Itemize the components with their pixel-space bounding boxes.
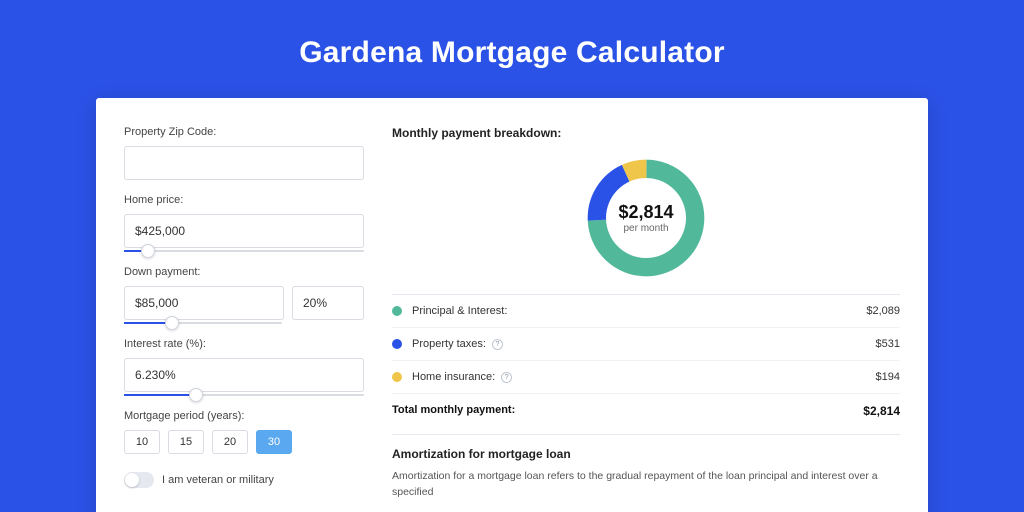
item-label: Home insurance: ?	[412, 371, 512, 383]
period-btn-15[interactable]: 15	[168, 430, 204, 454]
period-btn-30[interactable]: 30	[256, 430, 292, 454]
item-value: $194	[876, 371, 900, 383]
info-icon[interactable]: ?	[501, 372, 512, 383]
total-row: Total monthly payment: $2,814	[392, 394, 900, 434]
interest-input[interactable]	[124, 358, 364, 392]
home-price-label: Home price:	[124, 194, 364, 206]
donut-sub: per month	[623, 223, 668, 234]
total-value: $2,814	[863, 404, 900, 418]
total-label: Total monthly payment:	[392, 404, 515, 418]
period-btn-10[interactable]: 10	[124, 430, 160, 454]
zip-input[interactable]	[124, 146, 364, 180]
down-payment-slider[interactable]	[124, 322, 282, 324]
zip-field-group: Property Zip Code:	[124, 126, 364, 180]
item-label-text: Property taxes:	[412, 338, 486, 350]
home-price-group: Home price:	[124, 194, 364, 252]
veteran-label: I am veteran or military	[162, 474, 274, 486]
item-value: $531	[876, 338, 900, 350]
down-payment-pct-input[interactable]	[292, 286, 364, 320]
donut-chart: $2,814 per month	[586, 158, 706, 278]
veteran-toggle[interactable]	[124, 472, 154, 488]
period-label: Mortgage period (years):	[124, 410, 364, 422]
left-panel: Property Zip Code: Home price: Down paym…	[124, 126, 364, 512]
down-payment-label: Down payment:	[124, 266, 364, 278]
donut-center: $2,814 per month	[606, 178, 686, 258]
dot-icon	[392, 306, 402, 316]
period-btn-20[interactable]: 20	[212, 430, 248, 454]
interest-slider[interactable]	[124, 394, 364, 396]
dot-icon	[392, 372, 402, 382]
interest-group: Interest rate (%):	[124, 338, 364, 396]
line-item-ins: Home insurance: ? $194	[392, 361, 900, 394]
page-title: Gardena Mortgage Calculator	[0, 0, 1024, 98]
line-item-tax: Property taxes: ? $531	[392, 328, 900, 361]
breakdown-title: Monthly payment breakdown:	[392, 126, 900, 140]
slider-thumb[interactable]	[189, 388, 203, 402]
period-group: Mortgage period (years): 10 15 20 30	[124, 410, 364, 454]
period-row: 10 15 20 30	[124, 430, 364, 454]
zip-label: Property Zip Code:	[124, 126, 364, 138]
slider-thumb[interactable]	[165, 316, 179, 330]
info-icon[interactable]: ?	[492, 339, 503, 350]
item-label-text: Home insurance:	[412, 371, 495, 383]
veteran-row: I am veteran or military	[124, 472, 364, 488]
amort-text: Amortization for a mortgage loan refers …	[392, 469, 900, 501]
item-label: Principal & Interest:	[412, 305, 507, 317]
home-price-input[interactable]	[124, 214, 364, 248]
donut-wrap: $2,814 per month	[392, 148, 900, 294]
amort-title: Amortization for mortgage loan	[392, 447, 900, 461]
divider	[392, 434, 900, 435]
calculator-card: Property Zip Code: Home price: Down paym…	[96, 98, 928, 512]
interest-label: Interest rate (%):	[124, 338, 364, 350]
donut-value: $2,814	[618, 202, 673, 223]
item-value: $2,089	[866, 305, 900, 317]
item-label: Property taxes: ?	[412, 338, 503, 350]
dot-icon	[392, 339, 402, 349]
down-payment-input[interactable]	[124, 286, 284, 320]
down-payment-group: Down payment:	[124, 266, 364, 324]
slider-thumb[interactable]	[141, 244, 155, 258]
line-item-pi: Principal & Interest: $2,089	[392, 295, 900, 328]
amort-block: Amortization for mortgage loan Amortizat…	[392, 447, 900, 501]
right-panel: Monthly payment breakdown: $2,814 per mo…	[392, 126, 900, 512]
home-price-slider[interactable]	[124, 250, 364, 252]
